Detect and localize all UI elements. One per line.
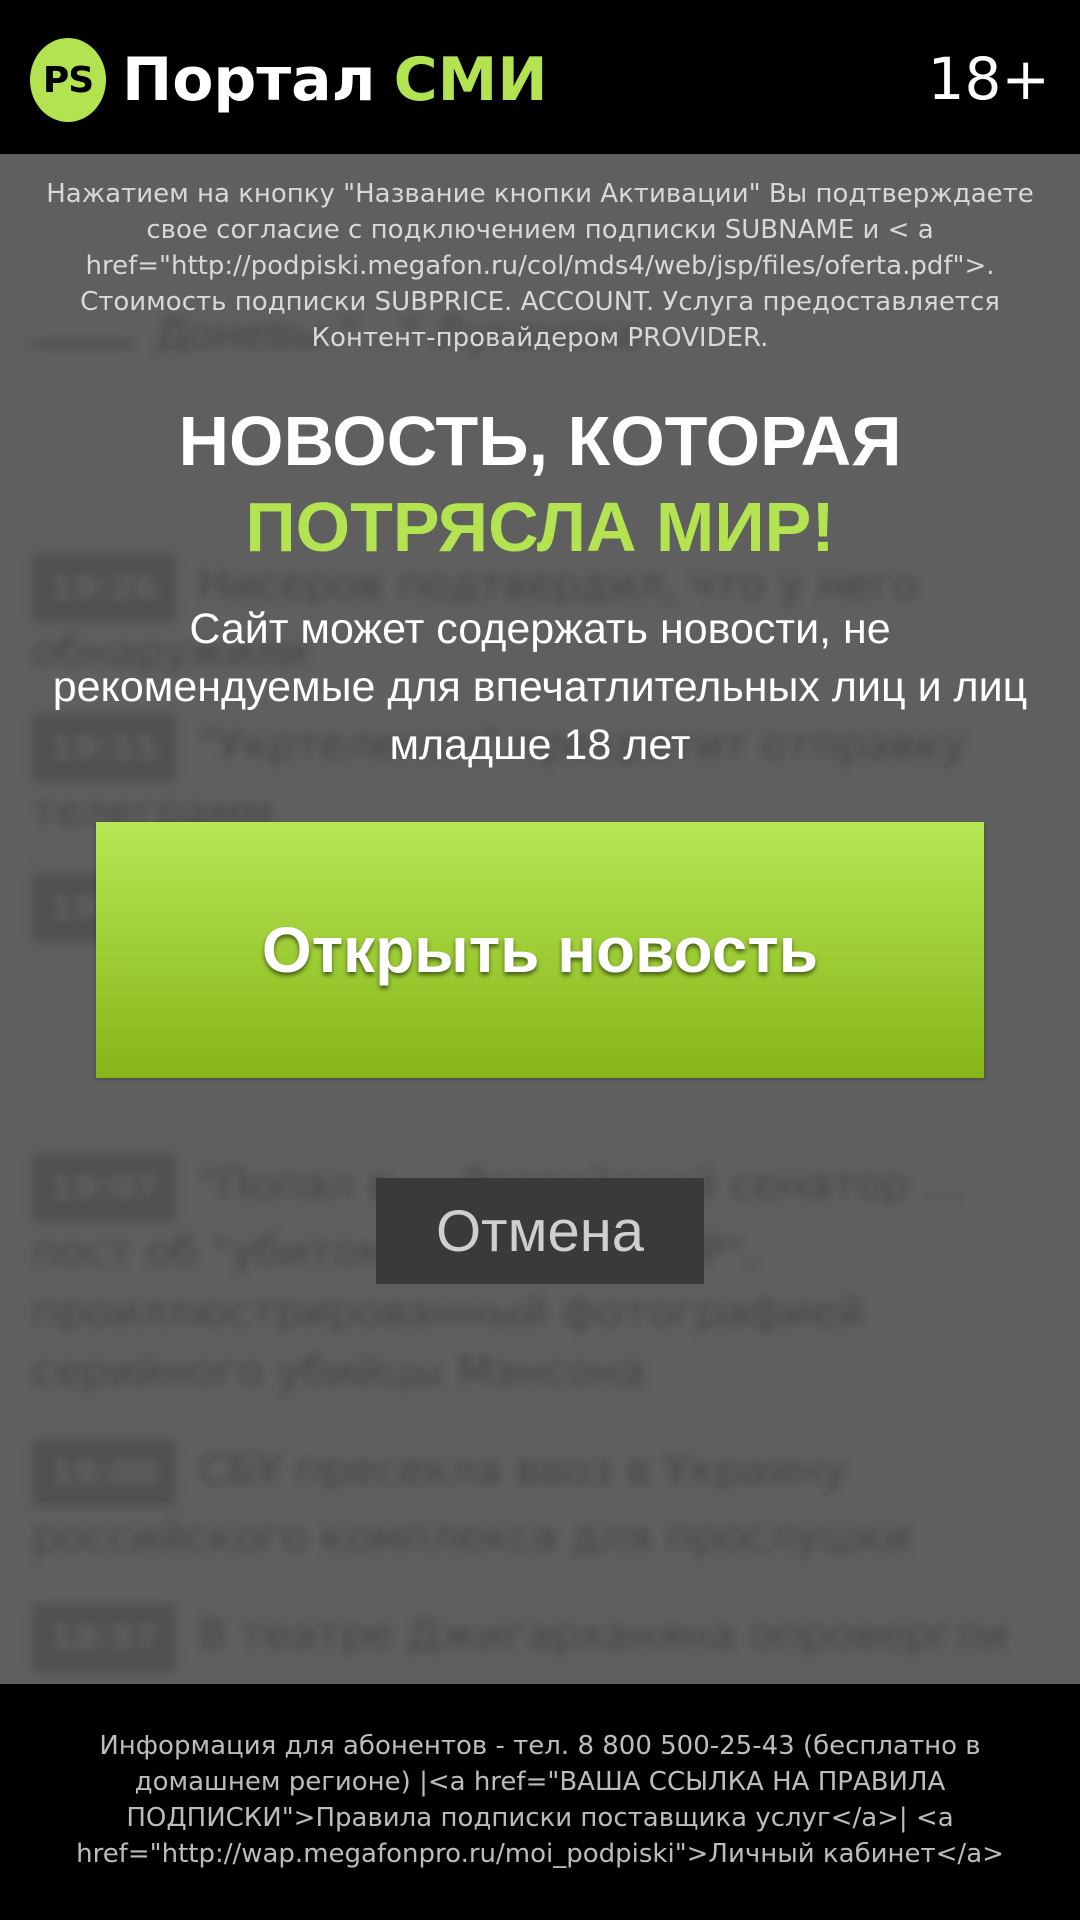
logo-text-part2: СМИ — [393, 45, 548, 115]
warning-subtext: Сайт может содержать новости, не рекомен… — [52, 605, 1028, 769]
news-time: 18:57 — [32, 1604, 177, 1672]
divider — [32, 1124, 1042, 1126]
site-logo[interactable]: Портал СМИ — [122, 44, 548, 116]
cancel-button[interactable]: Отмена — [376, 1178, 704, 1284]
news-text: В театре Джигарханяна опровергли — [198, 1610, 1009, 1659]
headline: НОВОСТЬ, КОТОРАЯ ПОТРЯСЛА МИР! — [40, 398, 1040, 570]
divider — [32, 1574, 1042, 1576]
subscription-notice: Нажатием на кнопку "Название кнопки Акти… — [46, 179, 1034, 353]
app-header: PS Портал СМИ 18+ — [0, 0, 1080, 154]
logo-text-part1: Портал — [122, 45, 376, 115]
news-time: 19:07 — [32, 1154, 177, 1222]
list-item: 19:00 СБУ пресекла ввоз в Украину российс… — [32, 1439, 1042, 1567]
headline-line2: ПОТРЯСЛА МИР! — [245, 488, 835, 566]
list-item: 18:57 В театре Джигарханяна опровергли — [32, 1604, 1042, 1672]
logo-icon: PS — [30, 38, 106, 122]
open-news-button[interactable]: Открыть новость — [96, 822, 984, 1078]
headline-line1: НОВОСТЬ, КОТОРАЯ — [178, 402, 902, 480]
divider — [32, 1404, 1042, 1406]
age-rating-badge: 18+ — [927, 45, 1050, 113]
footer: Информация для абонентов - тел. 8 800 50… — [0, 1684, 1080, 1920]
news-time: 19:00 — [32, 1439, 177, 1507]
footer-info: Информация для абонентов - тел. 8 800 50… — [76, 1731, 1004, 1869]
